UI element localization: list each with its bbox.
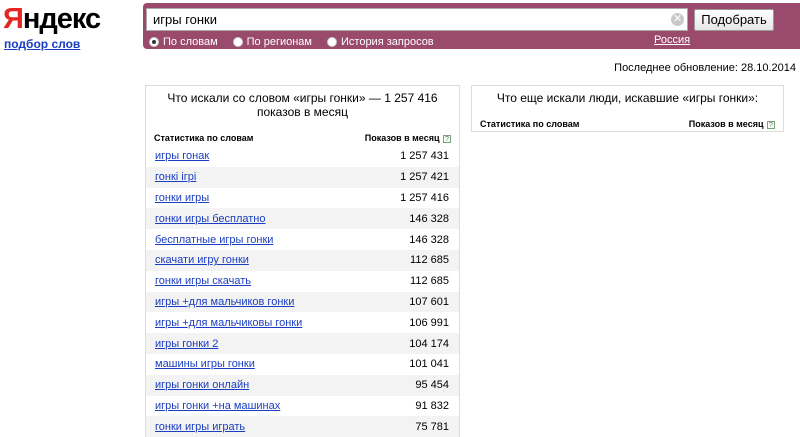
table-row: игры гонки онлайн 95 454 (146, 374, 459, 396)
table-row: скачати игру гонки 112 685 (146, 249, 459, 271)
keyword-link[interactable]: игры гонки +на машинах (155, 400, 280, 412)
search-bar: игры гонки ✕ Подобрать По словам По реги… (143, 3, 800, 49)
clear-icon[interactable]: ✕ (671, 13, 684, 26)
radio-by-words[interactable]: По словам (149, 36, 218, 48)
column-phrase-header: Статистика по словам (154, 133, 254, 143)
table-row: гонки игры бесплатно 146 328 (146, 208, 459, 230)
last-update-text: Последнее обновление: 28.10.2014 (614, 62, 796, 74)
table-row: бесплатные игры гонки 146 328 (146, 229, 459, 250)
impressions-count: 112 685 (410, 254, 449, 267)
impressions-count: 1 257 416 (400, 191, 449, 204)
radio-unchecked-icon[interactable] (327, 36, 337, 47)
table-row: игры +для мальчиков гонки 107 601 (146, 291, 459, 313)
help-icon[interactable]: ? (443, 134, 451, 143)
impressions-count: 112 685 (410, 275, 449, 288)
table-header: Статистика по словам Показов в месяц ? (146, 132, 459, 144)
keyword-link[interactable]: машины игры гонки (155, 358, 255, 370)
yandex-logo[interactable]: Яндекс подбор слов (3, 3, 101, 51)
impressions-count: 75 781 (415, 420, 449, 433)
table-row: игры гонки +на машинах 91 832 (146, 396, 459, 417)
radio-unchecked-icon[interactable] (232, 36, 243, 47)
radio-checked-icon[interactable] (149, 36, 159, 47)
keyword-link[interactable]: скачати игру гонки (155, 254, 249, 266)
radio-by-regions[interactable]: По регионам (232, 36, 312, 48)
region-link[interactable]: Россия (654, 34, 690, 46)
search-mode-group: По словам По регионам История запросов (149, 35, 449, 48)
impressions-count: 146 328 (409, 212, 449, 225)
table-header: Статистика по словам Показов в месяц ? (472, 118, 783, 130)
logo-wordmark: Яндекс (3, 3, 101, 35)
table-row: гонки игры играть 75 781 (146, 416, 459, 437)
impressions-count: 95 454 (415, 379, 449, 392)
table-row: гонки игры 1 257 416 (146, 188, 459, 209)
related-queries-panel: Что еще искали люди, искавшие «игры гонк… (471, 85, 784, 132)
column-phrase-header: Статистика по словам (480, 119, 580, 129)
keyword-link[interactable]: игры гонки онлайн (155, 379, 249, 391)
keyword-link[interactable]: игры гонак (155, 150, 209, 162)
impressions-count: 107 601 (409, 295, 449, 308)
impressions-count: 104 174 (409, 337, 449, 350)
keyword-link[interactable]: гонки игры играть (155, 421, 245, 433)
radio-query-history[interactable]: История запросов (327, 36, 434, 48)
keyword-link[interactable]: бесплатные игры гонки (155, 234, 273, 246)
impressions-count: 106 991 (409, 316, 449, 329)
help-icon[interactable]: ? (767, 120, 775, 129)
keyword-link[interactable]: игры гонки 2 (155, 338, 218, 350)
table-row: гонки игры скачать 112 685 (146, 271, 459, 292)
impressions-count: 1 257 421 (400, 171, 449, 184)
keyword-link[interactable]: гонки игры бесплатно (155, 213, 266, 225)
table-row: машины игры гонки 101 041 (146, 354, 459, 375)
panel-title: Что искали со словом «игры гонки» — 1 25… (167, 91, 438, 119)
keyword-link[interactable]: игры +для мальчиковы гонки (155, 317, 302, 329)
keyword-link[interactable]: гонки игры (155, 192, 209, 204)
keyword-link[interactable]: игры +для мальчиков гонки (155, 296, 294, 308)
search-input[interactable]: игры гонки (146, 8, 688, 31)
column-count-header: Показов в месяц ? (689, 119, 775, 129)
impressions-count: 91 832 (415, 399, 449, 412)
table-row: игры гонак 1 257 431 (146, 146, 459, 167)
table-row: игры гонки 2 104 174 (146, 333, 459, 354)
panel-title: Что еще искали люди, искавшие «игры гонк… (496, 91, 759, 105)
column-count-header: Показов в месяц ? (365, 133, 451, 143)
submit-button[interactable]: Подобрать (694, 9, 774, 31)
service-name-link[interactable]: подбор слов (4, 37, 93, 51)
table-row: гонкі ігрі 1 257 421 (146, 166, 459, 188)
keyword-stats-panel: Что искали со словом «игры гонки» — 1 25… (145, 85, 460, 437)
impressions-count: 1 257 431 (400, 150, 449, 163)
impressions-count: 101 041 (409, 358, 449, 371)
keyword-link[interactable]: гонки игры скачать (155, 275, 251, 287)
keyword-list: игры гонак 1 257 431 гонкі ігрі 1 257 421 го… (146, 146, 459, 437)
impressions-count: 146 328 (409, 233, 449, 246)
table-row: игры +для мальчиковы гонки 106 991 (146, 312, 459, 333)
keyword-link[interactable]: гонкі ігрі (155, 171, 196, 183)
